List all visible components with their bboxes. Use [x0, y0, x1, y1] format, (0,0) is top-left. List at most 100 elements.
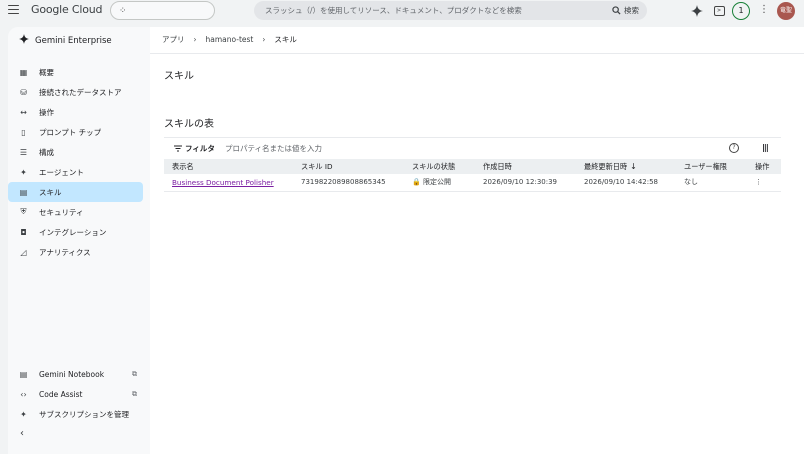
sort-descending-icon: ↓ [630, 161, 637, 171]
hamburger-menu-icon[interactable] [8, 5, 19, 14]
lock-icon: 🔒 [412, 178, 421, 187]
sidebar-item-analytics[interactable]: ◿ アナリティクス [8, 242, 150, 262]
column-header-actions: 操作 [747, 159, 781, 174]
table-row: Business Document Polisher 7319822089808… [164, 174, 781, 192]
agent-icon: ✦ [20, 167, 27, 177]
code-icon: ‹› [20, 389, 27, 399]
sidebar-item-config[interactable]: ☰ 構成 [8, 142, 150, 162]
project-dots-icon: ⁘ [119, 6, 127, 16]
skills-table: 表示名 スキル ID スキルの状態 作成日時 最終更新日時 ↓ ユーザー権限 操作… [164, 159, 781, 192]
search-button[interactable]: 検索 [612, 3, 639, 18]
sidebar-bottom-nav: ▤ Gemini Notebook ⧉ ‹› Code Assist ⧉ ✦ サ… [8, 364, 150, 424]
sidebar-item-label: 接続されたデータストア [39, 87, 122, 97]
sidebar-item-overview[interactable]: ▦ 概要 [8, 62, 150, 82]
breadcrumb-item-apps[interactable]: アプリ [162, 34, 185, 45]
sidebar: Gemini Enterprise ▦ 概要 ⛁ 接続されたデータストア ↔ 操… [8, 27, 150, 454]
section-title: スキルの表 [164, 119, 214, 130]
filter-button[interactable]: フィルタ [174, 143, 215, 154]
cell-name: Business Document Polisher [164, 174, 293, 192]
cell-status: 🔒 限定公開 [404, 174, 475, 192]
skill-link[interactable]: Business Document Polisher [172, 178, 274, 187]
avatar[interactable]: 竜聖 [777, 2, 795, 20]
cell-created: 2026/09/10 12:30:39 [475, 174, 576, 192]
sidebar-header[interactable]: Gemini Enterprise [19, 34, 112, 47]
column-header-status[interactable]: スキルの状態 [404, 159, 475, 174]
cell-id: 7319822089808865345 [293, 174, 404, 192]
cell-permission: なし [676, 174, 747, 192]
open-in-new-icon: ⧉ [132, 389, 137, 398]
search-input[interactable]: スラッシュ（/）を使用してリソース、ドキュメント、プロダクトなどを検索 [265, 5, 522, 16]
product-logo[interactable]: Google Cloud [31, 3, 103, 16]
sidebar-item-label: サブスクリプションを管理 [39, 409, 129, 419]
notebook-icon: ▤ [19, 369, 28, 379]
sidebar-item-label: セキュリティ [39, 207, 84, 217]
column-display-icon[interactable]: ||| [762, 143, 769, 152]
divider [150, 53, 804, 54]
column-header-updated[interactable]: 最終更新日時 ↓ [576, 159, 676, 174]
sidebar-item-skills[interactable]: ▤ スキル [8, 182, 143, 202]
sidebar-item-label: 操作 [39, 107, 54, 117]
sidebar-item-integrations[interactable]: ◘ インテグレーション [8, 222, 150, 242]
cloud-shell-button[interactable]: > [711, 3, 727, 19]
more-vert-icon[interactable]: ⋮ [759, 4, 769, 15]
chevron-right-icon: › [193, 35, 197, 44]
gemini-sparkle-icon [19, 34, 29, 47]
sparkle-icon: ✦ [20, 409, 27, 419]
sidebar-item-label: エージェント [39, 167, 84, 177]
breadcrumb: アプリ › hamano-test › スキル [162, 34, 297, 45]
page-title: スキル [164, 71, 194, 82]
sidebar-item-actions[interactable]: ↔ 操作 [8, 102, 150, 122]
sidebar-item-label: Code Assist [39, 389, 83, 399]
sidebar-item-agents[interactable]: ✦ エージェント [8, 162, 150, 182]
overview-icon: ▦ [19, 67, 28, 77]
sidebar-item-prompt-tips[interactable]: ▯ プロンプト チップ [8, 122, 150, 142]
open-in-new-icon: ⧉ [132, 369, 137, 378]
terminal-icon: > [713, 6, 725, 16]
filter-bar: フィルタ プロパティ名または値を入力 ? ||| [164, 137, 781, 157]
help-icon[interactable]: ? [729, 143, 739, 153]
sidebar-item-label: アナリティクス [39, 247, 91, 257]
actions-icon: ↔ [20, 107, 27, 117]
sidebar-item-label: Gemini Notebook [39, 369, 105, 379]
main-panel: アプリ › hamano-test › スキル スキル スキルの表 フィルタ プ… [150, 27, 804, 454]
search-bar[interactable]: スラッシュ（/）を使用してリソース、ドキュメント、プロダクトなどを検索 検索 [254, 1, 647, 20]
project-picker[interactable]: ⁘ [110, 1, 215, 20]
search-button-label: 検索 [624, 6, 639, 15]
sidebar-item-code-assist[interactable]: ‹› Code Assist ⧉ [8, 384, 150, 404]
gemini-sparkle-icon[interactable] [689, 3, 705, 19]
sidebar-item-label: インテグレーション [39, 227, 107, 237]
integration-icon: ◘ [20, 227, 27, 237]
sidebar-item-label: スキル [39, 187, 62, 197]
filter-label: フィルタ [185, 144, 215, 153]
sidebar-item-security[interactable]: ⛨ セキュリティ [8, 202, 150, 222]
sidebar-item-gemini-notebook[interactable]: ▤ Gemini Notebook ⧉ [8, 364, 150, 384]
prompt-icon: ▯ [21, 127, 26, 137]
search-icon [612, 6, 621, 15]
sidebar-title: Gemini Enterprise [35, 35, 112, 46]
sidebar-item-label: 構成 [39, 147, 54, 157]
column-header-id[interactable]: スキル ID [293, 159, 404, 174]
top-bar: Google Cloud ⁘ スラッシュ（/）を使用してリソース、ドキュメント、… [0, 0, 804, 22]
breadcrumb-item-app[interactable]: hamano-test [206, 35, 254, 44]
sidebar-item-manage-subscription[interactable]: ✦ サブスクリプションを管理 [8, 404, 150, 424]
cell-updated: 2026/09/10 14:42:58 [576, 174, 676, 192]
datastore-icon: ⛁ [20, 87, 27, 97]
sidebar-nav: ▦ 概要 ⛁ 接続されたデータストア ↔ 操作 ▯ プロンプト チップ ☰ 構成… [8, 62, 150, 262]
shield-icon: ⛨ [20, 207, 27, 216]
filter-icon [174, 145, 182, 152]
column-header-name[interactable]: 表示名 [164, 159, 293, 174]
column-header-created[interactable]: 作成日時 [475, 159, 576, 174]
breadcrumb-item-current: スキル [274, 35, 297, 44]
column-header-permission[interactable]: ユーザー権限 [676, 159, 747, 174]
more-vert-icon: ⋮ [755, 178, 762, 187]
sidebar-item-datastores[interactable]: ⛁ 接続されたデータストア [8, 82, 150, 102]
chevron-right-icon: › [262, 35, 266, 44]
row-actions-menu[interactable]: ⋮ [747, 174, 781, 192]
analytics-icon: ◿ [20, 247, 27, 257]
skills-icon: ▤ [19, 187, 28, 197]
notification-badge[interactable]: 1 [732, 2, 750, 20]
filter-input[interactable]: プロパティ名または値を入力 [225, 143, 322, 154]
collapse-sidebar-icon[interactable]: ‹ [20, 428, 24, 439]
table-header-row: 表示名 スキル ID スキルの状態 作成日時 最終更新日時 ↓ ユーザー権限 操作 [164, 159, 781, 174]
sidebar-item-label: プロンプト チップ [39, 127, 102, 137]
